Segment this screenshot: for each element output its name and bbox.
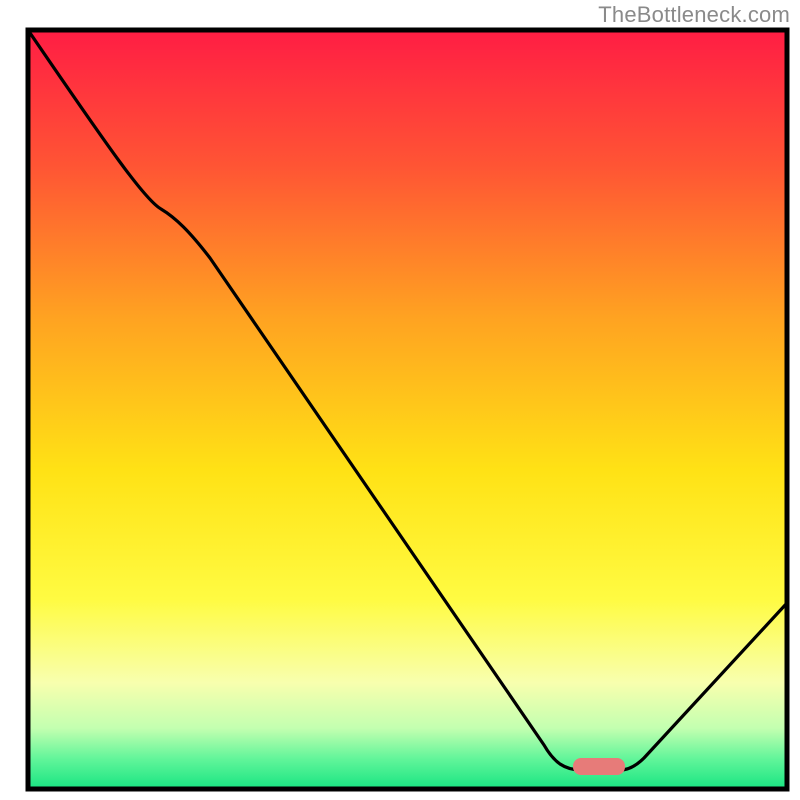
optimal-region-marker [573, 758, 625, 775]
watermark-text: TheBottleneck.com [598, 2, 790, 28]
chart-stage: TheBottleneck.com [0, 0, 800, 800]
gradient-background [28, 30, 787, 789]
bottleneck-chart [0, 0, 800, 800]
plot-area [28, 30, 787, 789]
